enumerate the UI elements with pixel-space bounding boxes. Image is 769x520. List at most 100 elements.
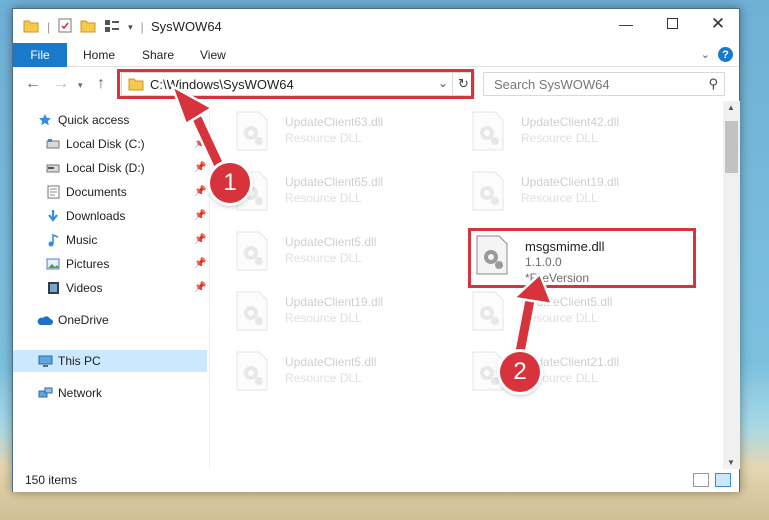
help-icon[interactable]: ? [718, 47, 733, 62]
close-icon: ✕ [710, 14, 726, 33]
scroll-up-arrow-icon[interactable]: ▲ [727, 103, 735, 112]
list-item[interactable]: UpdateClient19.dll Resource DLL [471, 171, 691, 223]
maximize-button[interactable] [649, 9, 695, 39]
sidebar-item-pictures[interactable]: Pictures 📌 [13, 253, 207, 275]
folder-icon[interactable] [23, 19, 39, 36]
recent-locations-chevron-icon[interactable]: ▾ [78, 80, 83, 91]
dll-file-icon [471, 291, 505, 335]
details-view-icon[interactable] [693, 473, 709, 487]
sidebar-item-label: Downloads [66, 209, 126, 223]
computer-icon [37, 353, 53, 369]
search-input[interactable]: Search SysWOW64 ⚲ [483, 72, 725, 96]
list-item[interactable]: UpdateClient5.dll Resource DLL [235, 351, 455, 403]
view-toggle-group [693, 473, 731, 487]
sidebar-item-label: Network [58, 386, 103, 400]
ribbon-tabs: File Home Share View ⌄ ? [13, 43, 739, 67]
tab-view[interactable]: View [200, 43, 226, 67]
dll-file-icon [235, 291, 269, 335]
file-description: Resource DLL [521, 311, 598, 325]
cloud-icon [37, 312, 53, 328]
file-name: UpdateClient5.dll [285, 235, 377, 249]
sidebar-item-network[interactable]: Network [13, 382, 207, 404]
pin-icon[interactable]: 📌 [194, 162, 206, 173]
sidebar-item-onedrive[interactable]: OneDrive [13, 309, 207, 331]
drive-icon [45, 160, 61, 176]
sidebar-item-label: Local Disk (C:) [66, 137, 145, 151]
file-name: UpdateClient65.dll [285, 175, 384, 189]
item-count: 150 items [25, 473, 78, 487]
sidebar-item-label: Documents [66, 185, 127, 199]
pictures-icon [45, 256, 61, 272]
up-arrow-icon[interactable]: ↑ [97, 75, 105, 93]
sidebar-item-local-disk-d[interactable]: Local Disk (D:) 📌 [13, 157, 207, 179]
download-icon [45, 208, 61, 224]
pin-icon[interactable]: 📌 [194, 258, 206, 269]
file-description: Resource DLL [285, 371, 362, 385]
file-description: Resource DLL [521, 191, 598, 205]
view-options-icon[interactable] [104, 19, 120, 36]
sidebar-item-local-disk-c[interactable]: Local Disk (C:) 📌 [13, 133, 207, 155]
separator-icon: | [47, 20, 51, 34]
back-arrow-icon[interactable]: ← [25, 75, 41, 93]
vertical-scrollbar[interactable]: ▲ ▼ [723, 101, 740, 469]
list-item[interactable]: UpdateClient19.dll Resource DLL [235, 291, 455, 343]
list-item[interactable]: UpdateClient63.dll Resource DLL [235, 111, 455, 163]
dll-file-icon [235, 111, 269, 155]
scrollbar-thumb[interactable] [725, 121, 738, 173]
status-bar: 150 items [13, 469, 739, 492]
customize-toolbar-chevron-icon[interactable]: ▾ [128, 22, 133, 33]
new-folder-icon[interactable] [80, 19, 96, 36]
star-icon [37, 112, 53, 128]
pin-icon[interactable]: 📌 [194, 234, 206, 245]
maximize-icon [666, 16, 678, 32]
scroll-down-arrow-icon[interactable]: ▼ [727, 458, 735, 467]
minimize-icon: — [619, 16, 633, 32]
separator-icon: | [140, 20, 144, 34]
pin-icon[interactable]: 📌 [194, 138, 206, 149]
pin-icon[interactable]: 📌 [194, 282, 206, 293]
large-icons-view-icon[interactable] [715, 473, 731, 487]
list-item[interactable]: UpdateClient65.dll Resource DLL [235, 171, 455, 223]
pin-icon[interactable]: 📌 [194, 210, 206, 221]
file-description: Resource DLL [521, 131, 598, 145]
address-bar-highlight [117, 69, 474, 99]
sidebar-item-label: Quick access [58, 113, 130, 127]
properties-icon[interactable] [58, 18, 72, 36]
file-name: UpdateClient5.dll [521, 295, 613, 309]
close-button[interactable]: ✕ [695, 9, 741, 39]
sidebar-item-downloads[interactable]: Downloads 📌 [13, 205, 207, 227]
sidebar-item-label: Videos [66, 281, 103, 295]
forward-arrow-icon[interactable]: → [53, 75, 69, 93]
minimize-button[interactable]: — [603, 9, 649, 39]
quick-access-toolbar: | ▾ | [23, 18, 144, 36]
dll-file-icon [235, 351, 269, 395]
dll-file-icon [471, 171, 505, 215]
search-icon: ⚲ [708, 76, 718, 91]
file-name: UpdateClient42.dll [521, 115, 620, 129]
list-item[interactable]: UpdateClient5.dll Resource DLL [471, 291, 691, 343]
navigation-pane: Quick access Local Disk (C:) 📌 Local Dis… [13, 101, 207, 469]
list-item[interactable]: UpdateClient42.dll Resource DLL [471, 111, 691, 163]
sidebar-item-label: This PC [58, 354, 101, 368]
expand-ribbon-chevron-icon[interactable]: ⌄ [701, 48, 710, 61]
sidebar-item-music[interactable]: Music 📌 [13, 229, 207, 251]
list-item[interactable]: UpdateClient5.dll Resource DLL [235, 231, 455, 283]
sidebar-item-label: Pictures [66, 257, 110, 271]
tab-share[interactable]: Share [142, 43, 174, 67]
sidebar-item-documents[interactable]: Documents 📌 [13, 181, 207, 203]
sidebar-item-label: Music [66, 233, 98, 247]
tab-home[interactable]: Home [83, 43, 115, 67]
sidebar-item-videos[interactable]: Videos 📌 [13, 277, 207, 299]
tab-file[interactable]: File [13, 43, 67, 67]
file-name: UpdateClient5.dll [285, 355, 377, 369]
dll-file-icon [471, 111, 505, 155]
sidebar-item-label: Local Disk (D:) [66, 161, 145, 175]
videos-icon [45, 280, 61, 296]
drive-icon [45, 136, 61, 152]
window-title: SysWOW64 [151, 19, 222, 34]
pane-divider[interactable] [209, 101, 210, 469]
pin-icon[interactable]: 📌 [194, 186, 206, 197]
sidebar-item-this-pc[interactable]: This PC [13, 350, 207, 372]
file-name: UpdateClient19.dll [521, 175, 620, 189]
sidebar-item-quick-access[interactable]: Quick access [13, 109, 207, 131]
